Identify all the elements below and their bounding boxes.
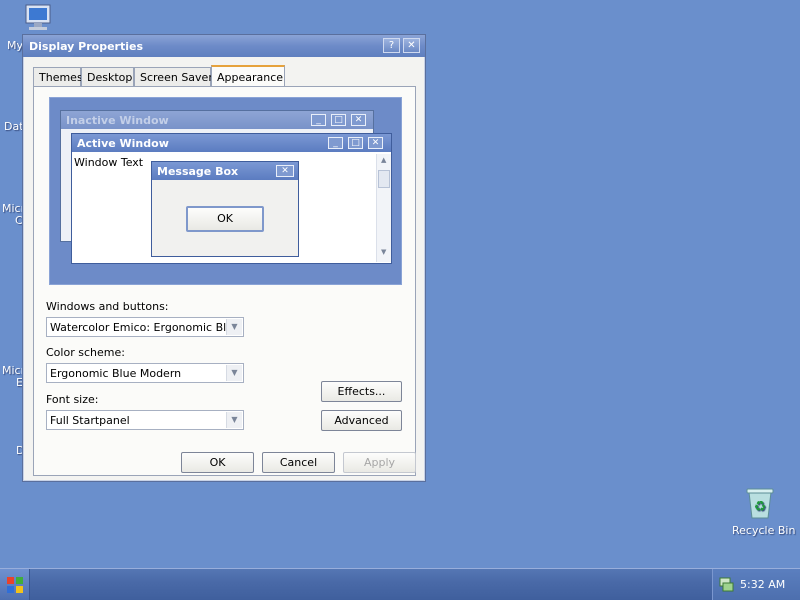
font-size-value: Full Startpanel	[50, 414, 130, 427]
preview-ok-label: OK	[217, 212, 233, 225]
preview-ok-button: OK	[186, 206, 264, 232]
close-icon: ✕	[407, 40, 416, 51]
apply-button[interactable]: Apply	[343, 452, 416, 473]
tab-label: Screen Saver	[140, 71, 213, 84]
color-scheme-select[interactable]: Ergonomic Blue Modern ▼	[46, 363, 244, 383]
clock[interactable]: 5:32 AM	[740, 578, 785, 591]
preview-message-box-title: Message Box	[157, 165, 239, 178]
tab-appearance[interactable]: Appearance	[211, 65, 285, 87]
scroll-thumb	[378, 170, 390, 188]
window-title: Display Properties	[29, 40, 144, 53]
windows-buttons-select[interactable]: Watercolor Emico: Ergonomic Blue ▼	[46, 317, 244, 337]
desktop-icon-label: Dat	[4, 120, 24, 133]
help-button[interactable]: ?	[383, 38, 400, 53]
display-properties-window: Display Properties ? ✕ Themes Desktop Sc…	[22, 34, 426, 482]
preview-maximize-icon: □	[348, 137, 363, 149]
preview-window-text: Window Text	[74, 156, 144, 169]
color-scheme-value: Ergonomic Blue Modern	[50, 367, 182, 380]
scroll-up-icon: ▲	[381, 156, 387, 164]
desktop-icon-label: My	[7, 39, 24, 52]
start-button[interactable]	[0, 569, 30, 600]
help-icon: ?	[388, 40, 395, 51]
color-scheme-label: Color scheme:	[46, 346, 125, 359]
network-icon[interactable]	[718, 576, 734, 592]
effects-label: Effects...	[337, 385, 386, 398]
chevron-down-icon: ▼	[226, 319, 242, 335]
effects-button[interactable]: Effects...	[321, 381, 402, 402]
cancel-button[interactable]: Cancel	[262, 452, 335, 473]
chevron-down-icon: ▼	[226, 412, 242, 428]
cancel-label: Cancel	[279, 456, 318, 469]
recycle-bin-icon: ♻	[746, 488, 774, 519]
preview-maximize-icon: □	[331, 114, 346, 126]
desktop-icon-recycle-bin[interactable]: ♻ Recycle Bin	[726, 486, 796, 542]
preview-active-title: Active Window	[77, 137, 169, 150]
recycle-bin-label: Recycle Bin	[732, 524, 796, 537]
preview-active-titlebar: Active Window	[72, 134, 391, 152]
tab-screen-saver[interactable]: Screen Saver	[134, 67, 213, 87]
tab-desktop[interactable]: Desktop	[81, 67, 134, 87]
desktop-icon-micr-e[interactable]: Micr E	[0, 362, 25, 392]
preview-scrollbar: ▲ ▼	[376, 154, 391, 262]
preview-message-box: Message Box ✕ OK	[151, 161, 299, 257]
computer-icon	[25, 4, 51, 30]
tab-label: Themes	[39, 71, 83, 84]
preview-inactive-titlebar: Inactive Window	[61, 111, 373, 129]
tab-label: Desktop	[87, 71, 133, 84]
tab-themes[interactable]: Themes	[33, 67, 83, 87]
advanced-label: Advanced	[334, 414, 389, 427]
windows-buttons-value: Watercolor Emico: Ergonomic Blue	[50, 321, 240, 334]
scroll-down-icon: ▼	[381, 248, 387, 256]
preview-close-icon: ✕	[368, 137, 383, 149]
preview-minimize-icon: _	[328, 137, 343, 149]
desktop-icon-micr-c[interactable]: Micr C	[0, 200, 25, 230]
windows-buttons-label: Windows and buttons:	[46, 300, 169, 313]
start-icon	[7, 577, 23, 593]
svg-text:♻: ♻	[754, 499, 767, 515]
taskbar: 5:32 AM	[0, 568, 800, 600]
chevron-down-icon: ▼	[226, 365, 242, 381]
system-tray: 5:32 AM	[712, 569, 800, 600]
window-titlebar[interactable]: Display Properties	[23, 35, 425, 57]
apply-label: Apply	[363, 456, 396, 469]
desktop-icon-d[interactable]: D	[0, 442, 24, 458]
font-size-select[interactable]: Full Startpanel ▼	[46, 410, 244, 430]
appearance-preview: Inactive Window _ □ ✕ Active Window _ □ …	[49, 97, 402, 285]
font-size-label: Font size:	[46, 393, 99, 406]
ok-button[interactable]: OK	[181, 452, 254, 473]
desktop-icon-data[interactable]: Dat	[0, 118, 24, 134]
preview-inactive-title: Inactive Window	[66, 114, 169, 127]
preview-minimize-icon: _	[311, 114, 326, 126]
advanced-button[interactable]: Advanced	[321, 410, 402, 431]
close-button[interactable]: ✕	[403, 38, 420, 53]
ok-label: OK	[209, 456, 226, 469]
preview-close-icon: ✕	[276, 165, 294, 177]
preview-close-icon: ✕	[351, 114, 366, 126]
tab-label: Appearance	[217, 71, 284, 84]
